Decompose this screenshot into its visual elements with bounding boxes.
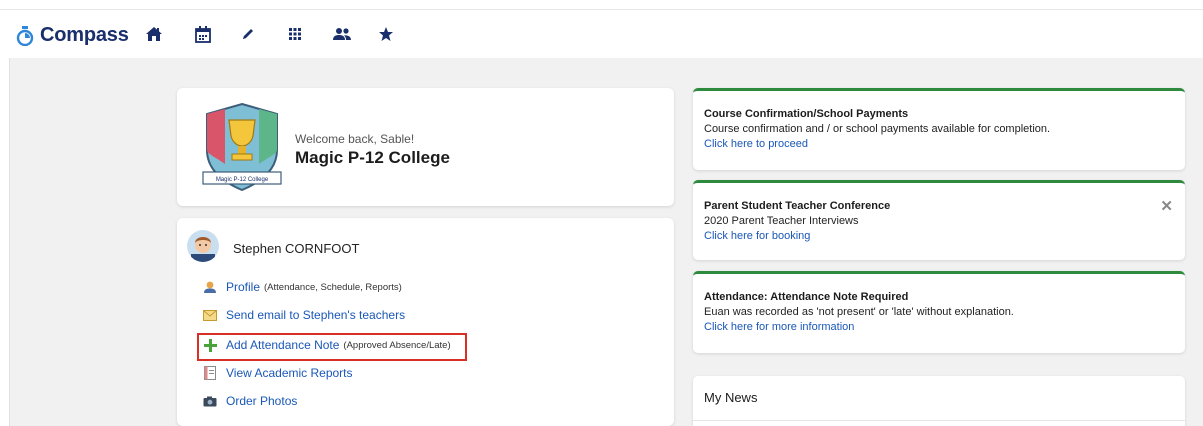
add-attendance-note-sub: (Approved Absence/Late)	[343, 339, 451, 351]
plus-icon	[203, 338, 217, 352]
top-divider	[0, 9, 1203, 10]
profile-link-sub: (Attendance, Schedule, Reports)	[264, 281, 402, 293]
top-bar: Compass	[0, 0, 1203, 58]
notice-link[interactable]: Click here for booking	[704, 230, 810, 242]
grid-icon[interactable]	[285, 24, 305, 44]
student-name: Stephen CORNFOOT	[233, 241, 360, 256]
compass-logo[interactable]: Compass	[16, 24, 129, 47]
school-card: Magic P-12 College Welcome back, Sable! …	[177, 88, 674, 206]
close-icon[interactable]: ✕	[1160, 197, 1173, 215]
email-icon	[203, 308, 217, 322]
profile-icon	[203, 280, 217, 294]
star-icon[interactable]	[376, 24, 396, 44]
people-icon[interactable]	[332, 24, 352, 44]
news-divider	[693, 420, 1185, 421]
add-attendance-note-label[interactable]: Add Attendance Note	[226, 338, 339, 352]
notice-link[interactable]: Click here to proceed	[704, 138, 808, 150]
welcome-message: Welcome back, Sable!	[295, 132, 415, 146]
student-card: Stephen CORNFOOT Profile (Attendance, Sc…	[177, 218, 674, 426]
notice-text: Course confirmation and / or school paym…	[704, 123, 1051, 135]
order-photos-label[interactable]: Order Photos	[226, 394, 297, 408]
email-teachers-link[interactable]: Send email to Stephen's teachers	[203, 308, 405, 322]
pencil-icon[interactable]	[238, 24, 258, 44]
notice-title: Attendance: Attendance Note Required	[704, 291, 909, 303]
notice-title: Parent Student Teacher Conference	[704, 200, 891, 212]
notice-link[interactable]: Click here for more information	[704, 321, 854, 333]
notice-course-confirmation: Course Confirmation/School Payments Cour…	[693, 88, 1185, 170]
calendar-icon[interactable]	[193, 24, 213, 44]
school-crest-icon: Magic P-12 College	[202, 102, 282, 192]
notice-teacher-conference: Parent Student Teacher Conference 2020 P…	[693, 180, 1185, 260]
email-teachers-label[interactable]: Send email to Stephen's teachers	[226, 308, 405, 322]
news-title: My News	[704, 390, 758, 405]
academic-reports-link[interactable]: View Academic Reports	[203, 366, 353, 380]
academic-reports-label[interactable]: View Academic Reports	[226, 366, 353, 380]
add-attendance-note-link[interactable]: Add Attendance Note (Approved Absence/La…	[203, 338, 451, 352]
profile-link[interactable]: Profile (Attendance, Schedule, Reports)	[203, 280, 402, 294]
notice-title: Course Confirmation/School Payments	[704, 108, 909, 120]
report-icon	[203, 366, 217, 380]
app-name: Compass	[40, 24, 129, 46]
notice-text: 2020 Parent Teacher Interviews	[704, 215, 859, 227]
crest-label: Magic P-12 College	[216, 177, 269, 183]
notice-text: Euan was recorded as 'not present' or 'l…	[704, 306, 1014, 318]
home-icon[interactable]	[144, 24, 164, 44]
order-photos-link[interactable]: Order Photos	[203, 394, 297, 408]
camera-icon	[203, 394, 217, 408]
avatar[interactable]	[187, 230, 219, 262]
compass-logo-icon	[16, 25, 34, 46]
notice-attendance-required: Attendance: Attendance Note Required Eua…	[693, 271, 1185, 353]
school-name: Magic P-12 College	[295, 148, 450, 167]
profile-link-label[interactable]: Profile	[226, 280, 260, 294]
my-news-panel: My News	[693, 376, 1185, 426]
